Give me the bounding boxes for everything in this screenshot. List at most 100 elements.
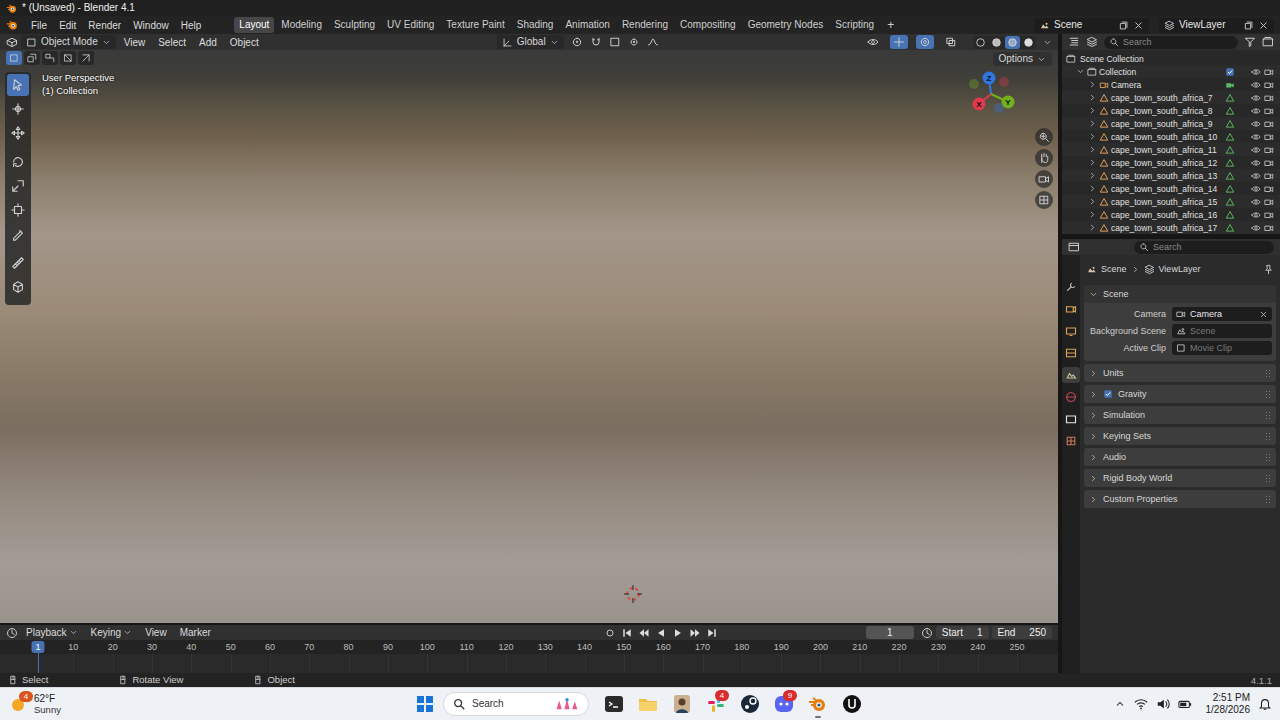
- viewport-toggle[interactable]: [864, 35, 882, 49]
- expand-right-icon[interactable]: [1088, 119, 1097, 128]
- camera-view-button[interactable]: [1035, 170, 1053, 188]
- timeline-menu[interactable]: Playback: [21, 625, 83, 640]
- record-icon[interactable]: [604, 627, 616, 639]
- render-camera-icon[interactable]: [1264, 119, 1274, 129]
- battery-icon[interactable]: [1178, 697, 1192, 711]
- taskbar-app[interactable]: 9: [771, 690, 797, 718]
- render-camera-icon[interactable]: [1264, 171, 1274, 181]
- drag-handle[interactable]: [1265, 369, 1271, 377]
- viewport-toggle[interactable]: [916, 35, 934, 49]
- view-layer-selector[interactable]: ViewLayer: [1159, 18, 1274, 33]
- copy-icon[interactable]: [1243, 20, 1254, 31]
- drag-handle[interactable]: [1265, 474, 1271, 482]
- render-camera-icon[interactable]: [1264, 197, 1274, 207]
- proportional-edit-icon[interactable]: [628, 36, 640, 48]
- collapsed-panel[interactable]: Audio: [1084, 448, 1276, 466]
- menu-item[interactable]: Window: [128, 18, 174, 33]
- mesh-data-icon[interactable]: [1225, 158, 1235, 168]
- outliner-search[interactable]: Search: [1104, 36, 1238, 49]
- viewport-menu[interactable]: View: [119, 35, 151, 50]
- select-mode-button[interactable]: [60, 51, 76, 65]
- copy-icon[interactable]: [1118, 20, 1129, 31]
- properties-tab[interactable]: [1062, 279, 1080, 295]
- visibility-eye-icon[interactable]: [1251, 197, 1261, 207]
- volume-icon[interactable]: [1156, 697, 1170, 711]
- timeline-menu[interactable]: Marker: [175, 625, 216, 640]
- select-mode-button[interactable]: [78, 51, 94, 65]
- collapsed-panel[interactable]: Keying Sets: [1084, 427, 1276, 445]
- collapsed-panel[interactable]: Units: [1084, 364, 1276, 382]
- play-icon[interactable]: [672, 627, 684, 639]
- notification-bell-icon[interactable]: [1258, 697, 1272, 711]
- menu-item[interactable]: Render: [83, 18, 126, 33]
- properties-tab[interactable]: [1062, 433, 1080, 449]
- property-field[interactable]: Scene: [1172, 324, 1272, 338]
- outliner-row[interactable]: cape_town_south_africa_14: [1062, 182, 1280, 195]
- outliner-row[interactable]: Camera: [1062, 78, 1280, 91]
- next-keyframe-icon[interactable]: [689, 627, 701, 639]
- timeline-menu[interactable]: Keying: [86, 625, 138, 640]
- tool-button[interactable]: [7, 223, 29, 245]
- workspace-tab[interactable]: Shading: [512, 17, 559, 33]
- outliner-row[interactable]: cape_town_south_africa_7: [1062, 91, 1280, 104]
- viewport-toggle[interactable]: [942, 35, 960, 49]
- panel-checkbox[interactable]: [1103, 389, 1113, 399]
- scene-selector[interactable]: Scene: [1034, 18, 1149, 33]
- taskbar-search[interactable]: Search: [443, 692, 589, 716]
- viewport-toggle[interactable]: [890, 35, 908, 49]
- pin-icon[interactable]: [1263, 264, 1274, 275]
- shading-button[interactable]: [1005, 36, 1020, 49]
- taskbar-app[interactable]: [669, 690, 695, 718]
- mesh-data-icon[interactable]: [1225, 93, 1235, 103]
- expand-right-icon[interactable]: [1088, 106, 1097, 115]
- shading-button[interactable]: [989, 36, 1004, 49]
- jump-end-icon[interactable]: [706, 627, 718, 639]
- visibility-eye-icon[interactable]: [1251, 67, 1261, 77]
- collapsed-panel[interactable]: Gravity: [1084, 385, 1276, 403]
- workspace-tab[interactable]: UV Editing: [382, 17, 439, 33]
- properties-tab[interactable]: [1062, 323, 1080, 339]
- remove-icon[interactable]: [1258, 20, 1269, 31]
- options-button[interactable]: Options: [993, 52, 1052, 66]
- clock[interactable]: 2:51 PM1/28/2026: [1206, 692, 1251, 716]
- tool-button[interactable]: [7, 199, 29, 221]
- snap-target-icon[interactable]: [609, 36, 621, 48]
- taskbar-app[interactable]: [601, 690, 627, 718]
- workspace-tab[interactable]: Rendering: [617, 17, 673, 33]
- mesh-data-icon[interactable]: [1225, 184, 1235, 194]
- select-mode-button[interactable]: [6, 51, 22, 65]
- properties-tab[interactable]: [1062, 411, 1080, 427]
- new-collection-icon[interactable]: [1262, 36, 1274, 48]
- weather-widget[interactable]: 462°FSunny: [0, 693, 415, 715]
- wifi-icon[interactable]: [1134, 697, 1148, 711]
- property-field[interactable]: Movie Clip: [1172, 341, 1272, 355]
- visibility-eye-icon[interactable]: [1251, 223, 1261, 233]
- properties-tab[interactable]: [1062, 367, 1080, 383]
- scene-name[interactable]: Scene: [1054, 19, 1114, 31]
- outliner-row[interactable]: Scene Collection: [1062, 52, 1280, 65]
- mesh-data-icon[interactable]: [1225, 132, 1235, 142]
- outliner-row[interactable]: cape_town_south_africa_8: [1062, 104, 1280, 117]
- ortho-toggle-button[interactable]: [1035, 191, 1053, 209]
- editor-type-icon[interactable]: [6, 36, 18, 48]
- tool-button[interactable]: [7, 74, 29, 96]
- expand-right-icon[interactable]: [1088, 80, 1097, 89]
- expand-right-icon[interactable]: [1088, 158, 1097, 167]
- expand-right-icon[interactable]: [1088, 171, 1097, 180]
- expand-right-icon[interactable]: [1088, 210, 1097, 219]
- tool-button[interactable]: [7, 151, 29, 173]
- visibility-eye-icon[interactable]: [1251, 80, 1261, 90]
- editor-type-icon[interactable]: [6, 627, 18, 639]
- panel-header[interactable]: Scene: [1084, 285, 1276, 303]
- tool-button[interactable]: [7, 175, 29, 197]
- editor-type-icon[interactable]: [1068, 241, 1080, 253]
- workspace-tab[interactable]: Animation: [560, 17, 614, 33]
- outliner-row[interactable]: cape_town_south_africa_12: [1062, 156, 1280, 169]
- visibility-eye-icon[interactable]: [1251, 210, 1261, 220]
- workspace-tab[interactable]: Geometry Nodes: [743, 17, 829, 33]
- gizmo-axis[interactable]: X: [973, 94, 992, 111]
- mesh-data-icon[interactable]: [1225, 145, 1235, 155]
- jump-start-icon[interactable]: [621, 627, 633, 639]
- expand-right-icon[interactable]: [1088, 93, 1097, 102]
- workspace-tab[interactable]: Modeling: [276, 17, 327, 33]
